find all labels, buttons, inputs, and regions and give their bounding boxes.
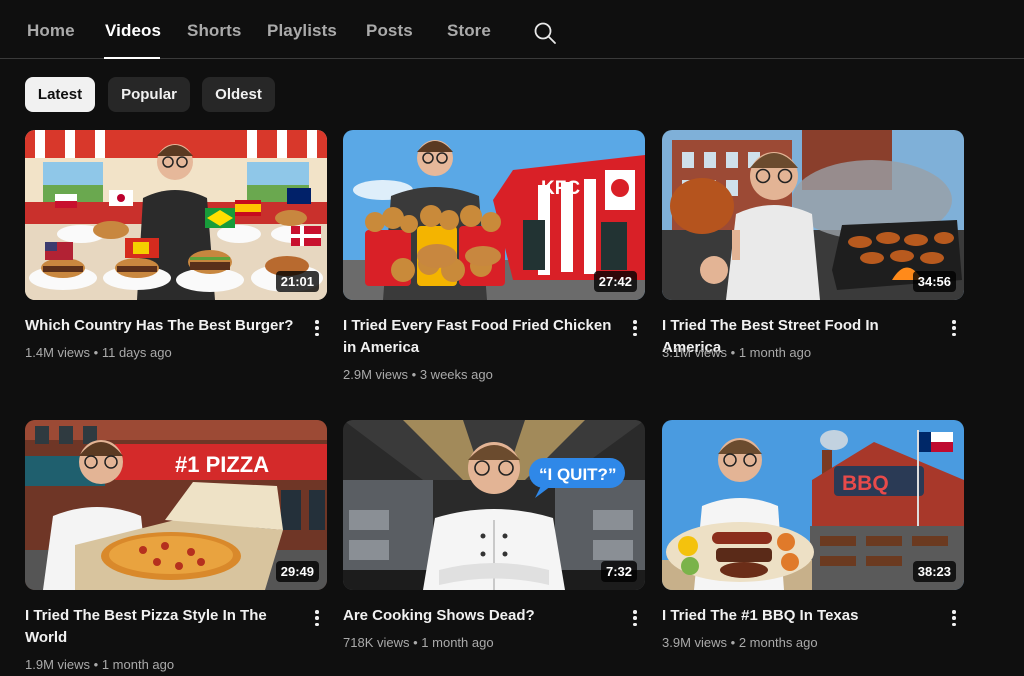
meta-separator: • xyxy=(730,345,736,360)
video-duration: 34:56 xyxy=(912,271,956,292)
tab-store[interactable]: Store xyxy=(447,21,491,41)
more-options-icon[interactable] xyxy=(311,608,323,628)
video-thumbnail[interactable]: BBQ 38:23 xyxy=(662,420,964,590)
upload-age: 2 months ago xyxy=(738,635,818,650)
meta-separator: • xyxy=(93,657,99,672)
view-count: 2.9M views xyxy=(343,367,409,382)
chip-popular[interactable]: Popular xyxy=(108,77,190,112)
more-options-icon[interactable] xyxy=(948,318,960,338)
tab-playlists[interactable]: Playlists xyxy=(267,21,337,41)
video-title[interactable]: I Tried The Best Pizza Style In The Worl… xyxy=(25,605,295,649)
video-card[interactable]: 34:56 I Tried The Best Street Food In Am… xyxy=(662,130,964,360)
meta-separator: • xyxy=(93,345,99,360)
tab-home[interactable]: Home xyxy=(27,21,75,41)
upload-age: 1 month ago xyxy=(738,345,812,360)
chip-oldest[interactable]: Oldest xyxy=(202,77,275,112)
view-count: 3.9M views xyxy=(662,635,728,650)
video-thumbnail[interactable]: KFC 27:42 xyxy=(343,130,645,300)
more-options-icon[interactable] xyxy=(629,318,641,338)
channel-tabs: Home Videos Shorts Playlists Posts Store xyxy=(0,0,1024,59)
tab-posts[interactable]: Posts xyxy=(366,21,413,41)
tab-videos[interactable]: Videos xyxy=(105,21,161,41)
video-meta: 718K views • 1 month ago xyxy=(343,635,494,650)
video-card[interactable]: “I QUIT?” 7:32 Are Cooking Shows Dead? 7… xyxy=(343,420,645,650)
video-meta: 1.9M views • 1 month ago xyxy=(25,657,174,672)
meta-separator: • xyxy=(411,367,417,382)
bbq-sign: BBQ xyxy=(842,472,889,495)
video-meta: 3.1M views • 1 month ago xyxy=(662,345,811,360)
more-options-icon[interactable] xyxy=(311,318,323,338)
more-options-icon[interactable] xyxy=(948,608,960,628)
upload-age: 3 weeks ago xyxy=(419,367,493,382)
search-icon[interactable] xyxy=(533,21,557,45)
view-count: 718K views xyxy=(343,635,410,650)
upload-age: 11 days ago xyxy=(101,345,172,360)
video-title[interactable]: I Tried The #1 BBQ In Texas xyxy=(662,605,932,627)
tab-shorts[interactable]: Shorts xyxy=(187,21,241,41)
video-thumbnail[interactable]: #1 PIZZA 29:49 xyxy=(25,420,327,590)
video-title[interactable]: Are Cooking Shows Dead? xyxy=(343,605,613,627)
chip-latest[interactable]: Latest xyxy=(25,77,95,112)
kfc-sign: KFC xyxy=(541,178,580,199)
view-count: 1.4M views xyxy=(25,345,91,360)
video-card[interactable]: KFC 27:42 I Tried Every Fast Food Fried … xyxy=(343,130,645,382)
view-count: 1.9M views xyxy=(25,657,91,672)
video-card[interactable]: 21:01 Which Country Has The Best Burger?… xyxy=(25,130,327,360)
pizza-sign: #1 PIZZA xyxy=(175,452,269,477)
video-card[interactable]: BBQ 38:23 I Tried The #1 BBQ In Texas 3.… xyxy=(662,420,964,650)
video-duration: 21:01 xyxy=(275,271,319,292)
video-duration: 38:23 xyxy=(912,561,956,582)
meta-separator: • xyxy=(730,635,736,650)
video-title[interactable]: I Tried Every Fast Food Fried Chicken in… xyxy=(343,315,613,359)
meta-separator: • xyxy=(413,635,418,650)
video-meta: 3.9M views • 2 months ago xyxy=(662,635,818,650)
video-title[interactable]: Which Country Has The Best Burger? xyxy=(25,315,295,337)
quote-bubble: “I QUIT?” xyxy=(539,465,616,484)
active-tab-underline xyxy=(104,57,160,59)
video-thumbnail[interactable]: “I QUIT?” 7:32 xyxy=(343,420,645,590)
video-meta: 2.9M views • 3 weeks ago xyxy=(343,367,493,382)
video-thumbnail[interactable]: 21:01 xyxy=(25,130,327,300)
video-duration: 27:42 xyxy=(593,271,637,292)
upload-age: 1 month ago xyxy=(101,657,175,672)
video-meta: 1.4M views • 11 days ago xyxy=(25,345,172,360)
video-thumbnail[interactable]: 34:56 xyxy=(662,130,964,300)
video-duration: 7:32 xyxy=(600,561,637,582)
cooking-shows-thumbnail-image: “I QUIT?” xyxy=(343,420,645,590)
video-duration: 29:49 xyxy=(275,561,319,582)
upload-age: 1 month ago xyxy=(421,635,494,650)
view-count: 3.1M views xyxy=(662,345,728,360)
video-card[interactable]: #1 PIZZA 29:49 I Tried The Best Pizza St… xyxy=(25,420,327,672)
more-options-icon[interactable] xyxy=(629,608,641,628)
